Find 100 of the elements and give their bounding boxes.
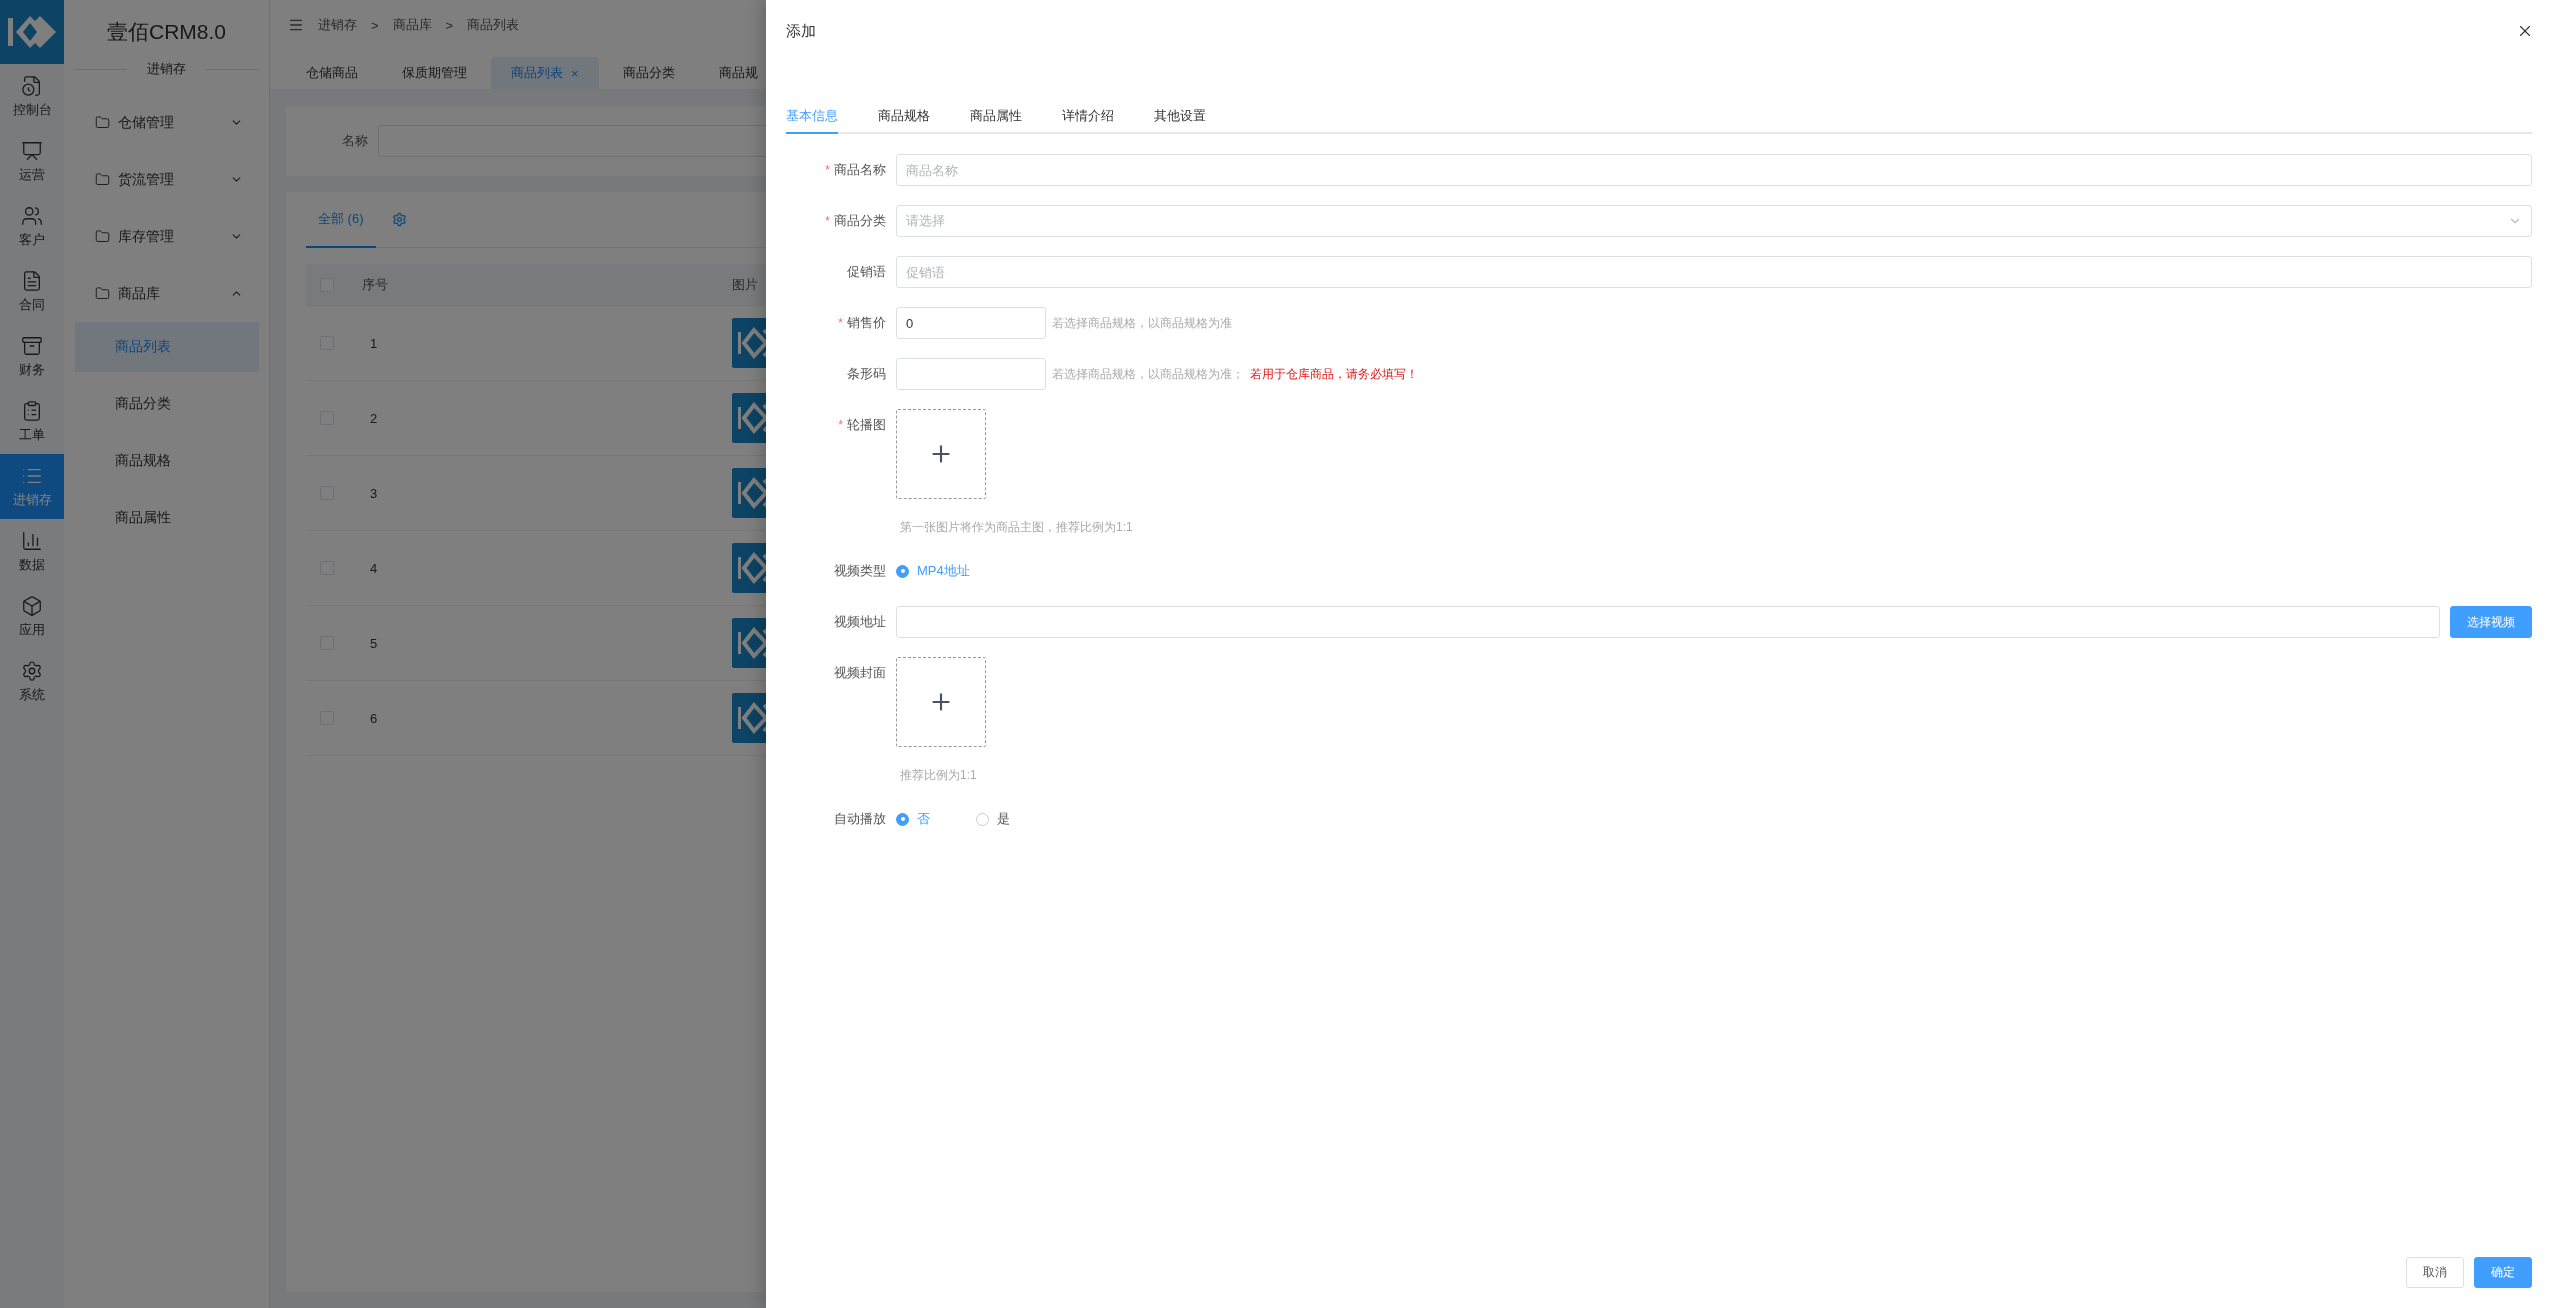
breadcrumb-item[interactable]: 进销存 bbox=[318, 16, 357, 34]
form-tab[interactable]: 其他设置 bbox=[1154, 100, 1206, 134]
text-field[interactable]: 0 bbox=[896, 307, 1046, 339]
tab-label: 保质期管理 bbox=[402, 64, 467, 82]
rail-item[interactable]: 运营 bbox=[0, 129, 64, 194]
table-cell-text: 6 bbox=[369, 710, 379, 726]
menu-item[interactable]: 货流管理 bbox=[74, 151, 259, 208]
menu-label: 货流管理 bbox=[117, 170, 175, 189]
submenu-item[interactable]: 商品规格 bbox=[74, 436, 259, 486]
tab-close-mark[interactable]: × bbox=[571, 65, 579, 81]
breadcrumb-item[interactable]: 商品库 bbox=[392, 16, 432, 34]
users-icon bbox=[21, 204, 43, 227]
radio-button[interactable] bbox=[976, 812, 989, 826]
rail-label: 客户 bbox=[19, 230, 45, 249]
upload-box[interactable] bbox=[896, 657, 986, 747]
tip-text: 推荐比例为1:1 bbox=[899, 767, 978, 784]
rail-label: 财务 bbox=[19, 360, 45, 379]
form-tab[interactable]: 详情介绍 bbox=[1062, 100, 1114, 134]
field-label: 商品名称 bbox=[834, 161, 886, 179]
page-tab[interactable]: 仓储商品 bbox=[286, 57, 378, 89]
menu-item[interactable]: 库存管理 bbox=[74, 208, 259, 265]
text-field[interactable]: 商品名称 bbox=[896, 154, 2532, 186]
menu-item[interactable]: 仓储管理 bbox=[74, 94, 259, 151]
page-tab[interactable]: 保质期管理 bbox=[382, 57, 487, 89]
text-field[interactable]: 促销语 bbox=[896, 256, 2532, 288]
menu-icon[interactable] bbox=[288, 17, 304, 33]
bar-chart-icon bbox=[21, 529, 43, 552]
field-label: 轮播图 bbox=[847, 416, 886, 434]
rail-item[interactable]: 系统 bbox=[0, 649, 64, 714]
rail-label: 数据 bbox=[19, 555, 45, 574]
tip-text: 第一张图片将作为商品主图，推荐比例为1:1 bbox=[899, 519, 1134, 536]
breadcrumb-item[interactable]: 商品列表 bbox=[467, 16, 520, 34]
rail-item[interactable]: 进销存 bbox=[0, 454, 64, 519]
field-label: 视频封面 bbox=[834, 664, 886, 682]
menu-item[interactable]: 商品库 bbox=[74, 265, 259, 322]
table-cell-text: 4 bbox=[369, 560, 379, 576]
tab-label: 商品规 bbox=[718, 64, 758, 82]
radio-option[interactable]: 否 bbox=[896, 803, 930, 835]
submenu-item[interactable]: 商品分类 bbox=[74, 379, 259, 429]
required-mark: * bbox=[825, 214, 830, 228]
submenu-item[interactable]: 商品列表 bbox=[74, 322, 259, 372]
form-tab[interactable]: 商品属性 bbox=[970, 100, 1022, 134]
radio-option[interactable]: MP4地址 bbox=[896, 555, 970, 587]
submenu-item[interactable]: 商品属性 bbox=[74, 493, 259, 543]
rail-label: 系统 bbox=[19, 685, 45, 704]
rail-item[interactable]: 数据 bbox=[0, 519, 64, 584]
folder-icon bbox=[94, 229, 110, 244]
settings-icon[interactable] bbox=[391, 212, 407, 227]
chart-board-icon bbox=[21, 139, 43, 162]
cancel-button[interactable]: 取消 bbox=[2406, 1257, 2464, 1288]
rail-item[interactable]: 合同 bbox=[0, 259, 64, 324]
folder-icon bbox=[94, 286, 110, 301]
required-mark: * bbox=[838, 316, 843, 330]
table-cell-text: 1 bbox=[369, 335, 379, 351]
tab-label: 商品列表 bbox=[511, 64, 563, 82]
required-mark: * bbox=[825, 163, 830, 177]
column-header: 序号 bbox=[362, 275, 389, 294]
app-title: 壹佰CRM8.0 bbox=[107, 19, 226, 45]
radio-option[interactable]: 是 bbox=[976, 803, 1010, 835]
rail-label: 应用 bbox=[19, 620, 45, 639]
clipboard-icon bbox=[21, 399, 43, 422]
menu-label: 仓储管理 bbox=[117, 113, 175, 132]
folder-icon bbox=[94, 115, 110, 130]
menu-label: 商品库 bbox=[117, 284, 161, 303]
upload-box[interactable] bbox=[896, 409, 986, 499]
hint-text: 若选择商品规格，以商品规格为准； bbox=[1052, 365, 1244, 383]
confirm-button[interactable]: 确定 bbox=[2474, 1257, 2532, 1288]
rail-item[interactable]: 客户 bbox=[0, 194, 64, 259]
page-tab[interactable]: 商品分类 bbox=[602, 57, 695, 89]
text-field[interactable] bbox=[896, 358, 1046, 390]
rail-label: 工单 bbox=[19, 425, 45, 444]
breadcrumb-separator: > bbox=[371, 17, 379, 33]
rail-label: 运营 bbox=[19, 165, 45, 184]
required-mark: * bbox=[838, 418, 843, 432]
hint-text: 若选择商品规格，以商品规格为准 bbox=[1052, 314, 1232, 332]
rail-item[interactable]: 应用 bbox=[0, 584, 64, 649]
field-label: 条形码 bbox=[847, 365, 886, 383]
text-field[interactable] bbox=[896, 606, 2440, 638]
settings-icon bbox=[21, 659, 43, 682]
form-tab[interactable]: 基本信息 bbox=[786, 100, 838, 134]
archive-icon bbox=[21, 334, 43, 357]
rail-item[interactable]: 控制台 bbox=[0, 64, 64, 129]
rail-label: 进销存 bbox=[12, 490, 52, 509]
tab-label: 仓储商品 bbox=[306, 64, 358, 82]
rail-item[interactable]: 工单 bbox=[0, 389, 64, 454]
select-video-button[interactable]: 选择视频 bbox=[2450, 606, 2532, 638]
menu-label: 库存管理 bbox=[117, 227, 175, 246]
field-label: 商品分类 bbox=[834, 212, 886, 230]
radio-button[interactable] bbox=[896, 812, 909, 826]
document-clock-icon bbox=[21, 74, 43, 97]
list-tab[interactable]: 全部 (6) bbox=[306, 191, 376, 248]
box-icon bbox=[21, 594, 43, 617]
radio-button[interactable] bbox=[896, 564, 909, 578]
field-label: 视频地址 bbox=[834, 613, 886, 631]
rail-item[interactable]: 财务 bbox=[0, 324, 64, 389]
form-tab[interactable]: 商品规格 bbox=[878, 100, 930, 134]
table-cell-text: 2 bbox=[369, 410, 379, 426]
page-tab[interactable]: 商品列表 × bbox=[491, 57, 599, 89]
select-field[interactable]: 请选择 bbox=[896, 205, 2532, 237]
field-label: 自动播放 bbox=[834, 810, 886, 828]
